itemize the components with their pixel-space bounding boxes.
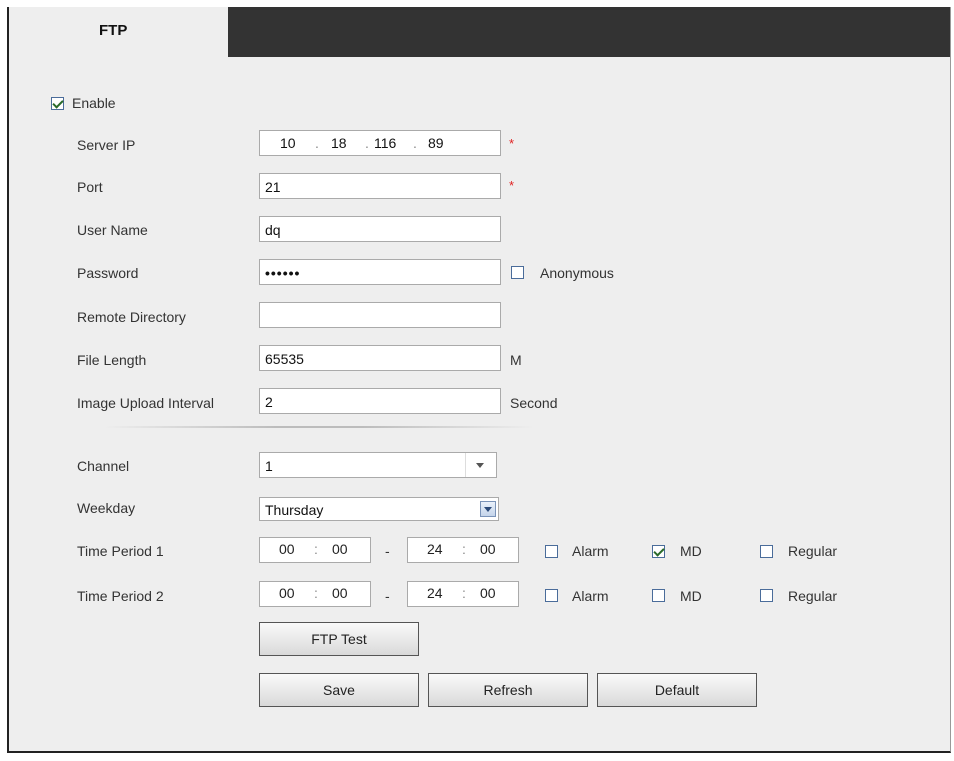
password-field[interactable]: •••••• — [259, 259, 501, 285]
tab-ftp-label: FTP — [99, 22, 128, 39]
weekday-label: Weekday — [77, 500, 136, 516]
period-1-regular-checkbox[interactable] — [760, 545, 773, 558]
anonymous-label: Anonymous — [540, 265, 614, 281]
md-label: MD — [680, 588, 702, 604]
time-period-1-end[interactable]: 24 : 00 — [407, 537, 519, 563]
chevron-down-icon[interactable] — [480, 501, 496, 517]
channel-select[interactable]: 1 — [259, 452, 497, 478]
period-2-alarm-checkbox[interactable] — [545, 589, 558, 602]
file-length-unit: M — [510, 352, 522, 368]
period-1-md-checkbox[interactable] — [652, 545, 665, 558]
minute[interactable]: 00 — [332, 585, 348, 601]
ftp-test-button[interactable]: FTP Test — [259, 622, 419, 656]
refresh-button[interactable]: Refresh — [428, 673, 588, 707]
time-period-1-label: Time Period 1 — [77, 543, 164, 559]
alarm-label: Alarm — [572, 543, 609, 559]
md-label: MD — [680, 543, 702, 559]
weekday-value: Thursday — [265, 502, 324, 518]
remote-directory-field[interactable] — [259, 302, 501, 328]
ip-octet-3[interactable]: 116 — [374, 131, 396, 155]
time-colon: : — [462, 585, 466, 601]
hour[interactable]: 00 — [279, 585, 295, 601]
hour[interactable]: 00 — [279, 541, 295, 557]
port-label: Port — [77, 179, 103, 195]
upload-interval-label: Image Upload Interval — [77, 395, 214, 411]
port-field[interactable]: 21 — [259, 173, 501, 199]
ip-dot: . — [315, 135, 319, 151]
server-ip-field[interactable]: 10 . 18 . 116 . 89 — [259, 130, 501, 156]
regular-label: Regular — [788, 543, 838, 559]
file-length-field[interactable]: 65535 — [259, 345, 501, 371]
server-ip-label: Server IP — [77, 137, 136, 153]
channel-value: 1 — [265, 458, 273, 474]
regular-label: Regular — [788, 588, 838, 604]
section-divider — [104, 426, 534, 428]
upload-interval-unit: Second — [510, 395, 558, 411]
save-button[interactable]: Save — [259, 673, 419, 707]
hour[interactable]: 24 — [427, 541, 443, 557]
period-2-md-checkbox[interactable] — [652, 589, 665, 602]
ip-octet-2[interactable]: 18 — [331, 131, 347, 155]
enable-checkbox[interactable] — [51, 97, 64, 110]
minute[interactable]: 00 — [332, 541, 348, 557]
ip-octet-4[interactable]: 89 — [428, 131, 444, 155]
default-button[interactable]: Default — [597, 673, 757, 707]
period-2-regular-checkbox[interactable] — [760, 589, 773, 602]
enable-label: Enable — [72, 95, 116, 111]
time-colon: : — [314, 585, 318, 601]
file-length-label: File Length — [77, 352, 147, 368]
required-marker: * — [509, 136, 515, 151]
weekday-select[interactable]: Thursday — [259, 497, 499, 521]
ip-octet-1[interactable]: 10 — [280, 131, 296, 155]
ftp-settings-panel: FTP — [7, 7, 951, 753]
hour[interactable]: 24 — [427, 585, 443, 601]
password-label: Password — [77, 265, 139, 281]
minute[interactable]: 00 — [480, 585, 496, 601]
range-dash: - — [385, 588, 390, 604]
required-marker: * — [509, 178, 515, 193]
user-name-label: User Name — [77, 222, 148, 238]
anonymous-checkbox[interactable] — [511, 266, 524, 279]
channel-label: Channel — [77, 458, 130, 474]
range-dash: - — [385, 543, 390, 559]
time-period-2-start[interactable]: 00 : 00 — [259, 581, 371, 607]
ip-dot: . — [365, 135, 369, 151]
time-period-2-label: Time Period 2 — [77, 588, 164, 604]
time-colon: : — [314, 541, 318, 557]
dropdown-arrow-icon[interactable] — [465, 453, 496, 477]
remote-directory-label: Remote Directory — [77, 309, 186, 325]
time-period-1-start[interactable]: 00 : 00 — [259, 537, 371, 563]
time-colon: : — [462, 541, 466, 557]
time-period-2-end[interactable]: 24 : 00 — [407, 581, 519, 607]
alarm-label: Alarm — [572, 588, 609, 604]
upload-interval-field[interactable]: 2 — [259, 388, 501, 414]
minute[interactable]: 00 — [480, 541, 496, 557]
tab-ftp[interactable]: FTP — [9, 7, 228, 57]
ip-dot: . — [413, 135, 417, 151]
user-name-field[interactable]: dq — [259, 216, 501, 242]
period-1-alarm-checkbox[interactable] — [545, 545, 558, 558]
